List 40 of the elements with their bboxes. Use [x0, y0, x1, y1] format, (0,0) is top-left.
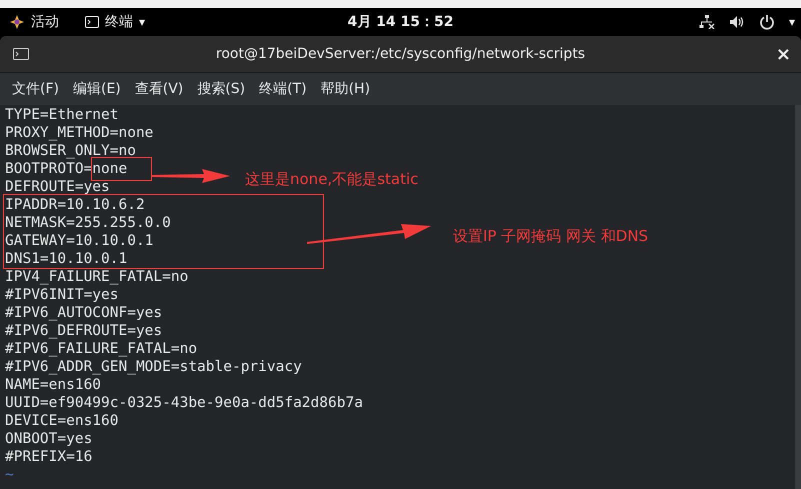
menu-item[interactable]: 编辑(E) — [72, 80, 121, 98]
logo-icon[interactable] — [9, 14, 25, 30]
terminal-line: NETMASK=255.255.0.0 — [5, 214, 171, 232]
menu-item[interactable]: 文件(F) — [12, 80, 59, 98]
terminal-line: NAME=ens160 — [5, 376, 102, 394]
system-menu-caret[interactable]: ▾ — [788, 15, 795, 29]
volume-icon[interactable] — [728, 15, 745, 29]
terminal-line: #IPV6INIT=yes — [5, 286, 118, 304]
menu-item[interactable]: 搜索(S) — [197, 80, 246, 98]
terminal-line: #IPV6_DEFROUTE=yes — [5, 322, 162, 340]
terminal-line: BROWSER_ONLY=no — [5, 142, 136, 160]
terminal-line: PROXY_METHOD=none — [5, 124, 154, 142]
activities-button[interactable]: 活动 — [31, 13, 59, 31]
network-icon[interactable] — [698, 15, 715, 29]
menu-item[interactable]: 查看(V) — [134, 80, 184, 98]
terminal-line: DNS1=10.10.0.1 — [5, 250, 128, 268]
terminal-line: #IPV6_ADDR_GEN_MODE=stable-privacy — [5, 358, 302, 376]
terminal-line: GATEWAY=10.10.0.1 — [5, 232, 154, 250]
terminal-line: #IPV6_FAILURE_FATAL=no — [5, 340, 198, 358]
close-button[interactable]: × — [776, 44, 791, 64]
terminal-icon — [85, 16, 99, 28]
app-menu[interactable]: 终端 ▾ — [85, 13, 146, 31]
terminal-line: TYPE=Ethernet — [5, 106, 118, 124]
power-icon[interactable] — [758, 14, 775, 30]
empty-line-marker: ~ — [5, 466, 14, 484]
menu-item[interactable]: 帮助(H) — [320, 80, 370, 98]
terminal-line: #IPV6_AUTOCONF=yes — [5, 304, 162, 322]
terminal-line: UUID=ef90499c-0325-43be-9e0a-dd5fa2d86b7a — [5, 394, 363, 412]
terminal-line: #PREFIX=16 — [5, 448, 92, 466]
annotation-text: 设置IP 子网掩码 网关 和DNS — [453, 227, 648, 246]
terminal-line: ONBOOT=yes — [5, 430, 92, 448]
terminal-line: DEVICE=ens160 — [5, 412, 118, 430]
terminal-line: DEFROUTE=yes — [5, 178, 110, 196]
terminal-line: IPV4_FAILURE_FATAL=no — [5, 268, 188, 286]
menu-item[interactable]: 终端(T) — [259, 80, 307, 98]
clock[interactable]: 4月 14 15：52 — [348, 13, 454, 31]
terminal-icon — [13, 48, 29, 60]
terminal-line: IPADDR=10.10.6.2 — [5, 196, 145, 214]
window-title: root@17beiDevServer:/etc/sysconfig/network-scripts — [216, 46, 586, 62]
annotation-text: 这里是none,不能是static — [245, 170, 418, 189]
